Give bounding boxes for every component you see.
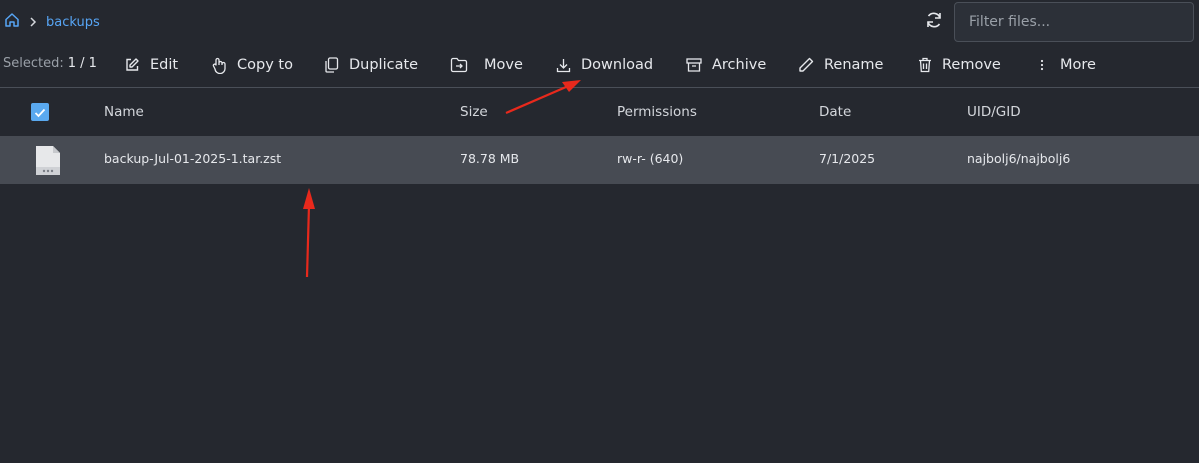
rename-icon bbox=[798, 57, 814, 73]
archive-label: Archive bbox=[712, 57, 767, 73]
download-icon bbox=[556, 58, 571, 73]
file-size: 78.78 MB bbox=[460, 151, 520, 166]
column-header-uid-gid[interactable]: UID/GID bbox=[967, 104, 1021, 120]
column-header-date[interactable]: Date bbox=[819, 104, 851, 120]
column-header-permissions[interactable]: Permissions bbox=[617, 104, 697, 120]
file-name: backup-Jul-01-2025-1.tar.zst bbox=[104, 151, 282, 166]
refresh-icon bbox=[924, 10, 944, 34]
rename-button[interactable]: Rename bbox=[798, 52, 883, 78]
more-icon bbox=[1040, 58, 1044, 72]
table-header: Name Size Permissions Date UID/GID bbox=[0, 88, 1199, 136]
column-header-size[interactable]: Size bbox=[460, 104, 488, 120]
column-header-name[interactable]: Name bbox=[104, 104, 144, 120]
check-icon bbox=[34, 103, 46, 122]
duplicate-icon bbox=[324, 57, 339, 73]
breadcrumb: backups bbox=[4, 12, 100, 32]
duplicate-button[interactable]: Duplicate bbox=[324, 52, 418, 78]
copy-to-label: Copy to bbox=[237, 57, 293, 73]
move-icon bbox=[450, 57, 468, 73]
action-toolbar: Selected: 1 / 1 Edit Copy to Duplicate Mo… bbox=[0, 44, 1199, 86]
refresh-button[interactable] bbox=[922, 10, 946, 34]
file-owner: najbolj6/najbolj6 bbox=[967, 151, 1071, 166]
home-icon[interactable] bbox=[4, 12, 20, 32]
download-label: Download bbox=[581, 57, 654, 73]
edit-icon bbox=[124, 57, 140, 73]
selection-count: Selected: 1 / 1 bbox=[3, 56, 97, 71]
edit-button[interactable]: Edit bbox=[124, 52, 178, 78]
move-label: Move bbox=[484, 57, 523, 73]
copy-to-icon bbox=[212, 57, 227, 74]
select-all-checkbox[interactable] bbox=[31, 103, 49, 121]
more-button[interactable]: More bbox=[1040, 52, 1096, 78]
copy-to-button[interactable]: Copy to bbox=[212, 52, 293, 78]
file-date: 7/1/2025 bbox=[819, 151, 876, 166]
duplicate-label: Duplicate bbox=[349, 57, 419, 73]
move-button[interactable]: Move bbox=[450, 52, 523, 78]
chevron-right-icon bbox=[28, 13, 38, 32]
archive-icon bbox=[686, 58, 702, 72]
file-permissions: rw-r- (640) bbox=[617, 151, 684, 166]
more-label: More bbox=[1060, 57, 1096, 73]
file-icon bbox=[34, 144, 62, 181]
top-bar: backups bbox=[0, 0, 1199, 44]
remove-button[interactable]: Remove bbox=[918, 52, 1001, 78]
remove-icon bbox=[918, 57, 932, 73]
filter-files-input[interactable] bbox=[954, 2, 1194, 42]
rename-label: Rename bbox=[824, 57, 884, 73]
arrow-to-file-row bbox=[303, 188, 315, 278]
edit-label: Edit bbox=[150, 57, 179, 73]
download-button[interactable]: Download bbox=[556, 52, 653, 78]
breadcrumb-current[interactable]: backups bbox=[46, 15, 100, 30]
archive-button[interactable]: Archive bbox=[686, 52, 766, 78]
table-row[interactable]: backup-Jul-01-2025-1.tar.zst 78.78 MB rw… bbox=[0, 136, 1199, 184]
remove-label: Remove bbox=[942, 57, 1001, 73]
selected-label: Selected: bbox=[3, 56, 64, 71]
selected-value: 1 / 1 bbox=[67, 56, 97, 71]
